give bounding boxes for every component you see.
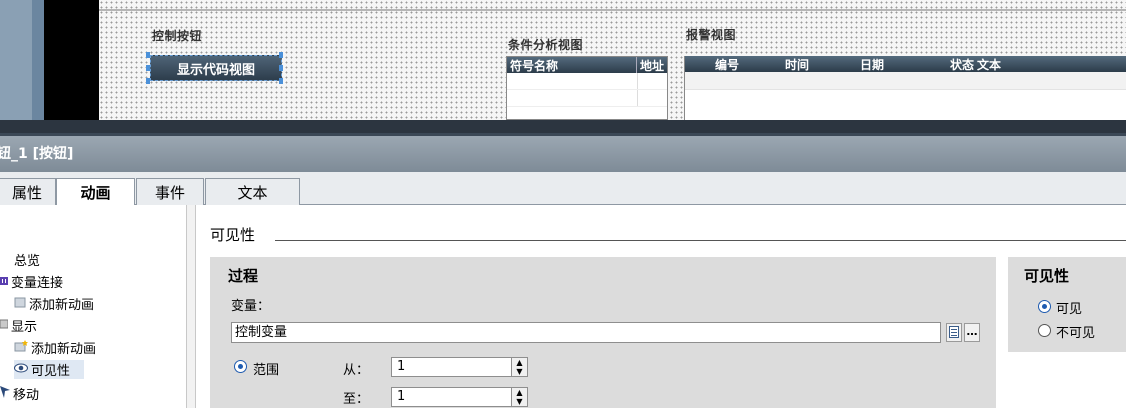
condition-view-title: 条件分析视图 xyxy=(508,38,584,52)
invisible-label: 不可见 xyxy=(1056,326,1096,341)
from-stepper[interactable]: 1 ▲ ▼ xyxy=(391,357,528,377)
table-row xyxy=(507,73,667,90)
tag-label: 变量： xyxy=(231,299,271,314)
tree-item-label: 添加新动画 xyxy=(29,298,95,313)
tree-item-overview[interactable]: 总览 xyxy=(14,250,40,269)
column-header-number: 编号 xyxy=(715,58,740,72)
from-label: 从： xyxy=(343,363,370,378)
tab-texts[interactable]: 文本 xyxy=(205,178,300,205)
from-value: 1 xyxy=(397,359,406,374)
tag-input-value: 控制变量 xyxy=(235,325,288,340)
tree-item-visibility[interactable]: 可见性 xyxy=(14,360,84,379)
canvas-left-ruler xyxy=(0,0,32,133)
column-header-date: 日期 xyxy=(860,58,885,72)
screen-canvas: 控制按钮 显示代码视图 条件分析视图 符号名称 地址 报警视图 编号 时间 日期… xyxy=(0,0,1126,133)
add-animation-icon xyxy=(14,296,26,312)
visible-radio[interactable] xyxy=(1038,300,1051,313)
alarm-row xyxy=(685,72,1126,90)
visibility-eye-icon xyxy=(14,362,28,377)
selection-handle[interactable] xyxy=(279,65,283,71)
tab-animations-label: 动画 xyxy=(80,184,111,202)
tab-events-label: 事件 xyxy=(154,183,185,202)
tree-item-label: 可见性 xyxy=(31,364,71,379)
condition-analysis-view[interactable]: 符号名称 地址 xyxy=(506,56,668,120)
invisible-radio[interactable] xyxy=(1038,324,1051,337)
inspector-title-bar: 钮_1 [按钮] xyxy=(0,136,1126,172)
display-icon xyxy=(0,318,9,333)
canvas-top-field xyxy=(99,9,1126,11)
show-code-view-button[interactable]: 显示代码视图 xyxy=(150,55,282,81)
range-radio[interactable] xyxy=(234,360,247,373)
tree-item-label: 变量连接 xyxy=(11,276,64,291)
tree-item-label: 添加新动画 xyxy=(31,342,97,357)
column-header-text: 文本 xyxy=(977,58,1002,72)
to-label: 至： xyxy=(343,392,370,407)
tab-animations[interactable]: 动画 xyxy=(56,178,135,206)
tree-item-tag-connections[interactable]: 变量连接 xyxy=(0,272,63,291)
tree-item-add-animation[interactable]: 添加新动画 xyxy=(14,294,94,313)
tab-texts-label: 文本 xyxy=(237,183,268,202)
section-divider xyxy=(275,240,1126,241)
canvas-left-border xyxy=(44,0,99,133)
stepper-arrows-icon[interactable]: ▲ ▼ xyxy=(511,388,527,406)
column-header-address: 地址 xyxy=(640,59,665,73)
tree-scrollbar[interactable] xyxy=(186,205,196,408)
tree-item-movement[interactable]: 移动 xyxy=(0,384,39,403)
to-value: 1 xyxy=(397,389,406,404)
condition-view-header: 符号名称 地址 xyxy=(507,57,667,73)
tree-item-label: 总览 xyxy=(14,254,41,269)
add-animation-icon xyxy=(14,339,28,356)
show-code-view-label: 显示代码视图 xyxy=(176,62,255,78)
column-header-status: 状态 xyxy=(950,58,975,72)
tab-properties[interactable]: 属性 xyxy=(0,178,56,205)
selection-handle[interactable] xyxy=(146,78,150,84)
tag-input[interactable]: 控制变量 xyxy=(231,322,941,343)
tab-events[interactable]: 事件 xyxy=(136,178,204,205)
tab-properties-label: 属性 xyxy=(11,183,42,202)
move-icon xyxy=(0,385,10,402)
selection-handle[interactable] xyxy=(146,52,150,58)
tree-item-label: 移动 xyxy=(13,388,40,403)
to-stepper[interactable]: 1 ▲ ▼ xyxy=(391,387,528,407)
selection-handle[interactable] xyxy=(279,52,283,58)
browse-ellipsis-button[interactable]: … xyxy=(964,323,980,342)
inspector-tabbar: 属性 动画 事件 文本 xyxy=(0,172,1126,206)
alarm-view-header: 编号 时间 日期 状态 文本 xyxy=(685,56,1126,72)
inspector-title: 钮_1 [按钮] xyxy=(0,146,74,162)
tree-item-label: 显示 xyxy=(11,320,38,335)
selection-handle[interactable] xyxy=(279,78,283,84)
table-row xyxy=(507,90,667,107)
column-header-symbol-name: 符号名称 xyxy=(507,57,637,73)
range-label: 范围 xyxy=(253,363,280,378)
stepper-arrows-icon[interactable]: ▲ ▼ xyxy=(511,358,527,376)
process-heading: 过程 xyxy=(228,267,259,285)
column-header-time: 时间 xyxy=(785,58,810,72)
selection-handle[interactable] xyxy=(146,65,150,71)
control-buttons-label: 控制按钮 xyxy=(152,29,203,43)
visible-label: 可见 xyxy=(1056,302,1083,317)
tree-item-add-animation[interactable]: 添加新动画 xyxy=(14,338,96,357)
canvas-left-strip xyxy=(32,0,44,133)
tag-connection-icon xyxy=(0,274,8,289)
visibility-section-heading: 可见性 xyxy=(210,226,256,244)
alarm-view[interactable]: 编号 时间 日期 状态 文本 xyxy=(684,56,1126,120)
visibility-group-heading: 可见性 xyxy=(1024,267,1070,285)
canvas-bottom-band xyxy=(0,120,1126,133)
tree-item-display[interactable]: 显示 xyxy=(0,316,37,335)
alarm-view-title: 报警视图 xyxy=(686,28,737,42)
tag-list-icon[interactable] xyxy=(946,323,962,342)
